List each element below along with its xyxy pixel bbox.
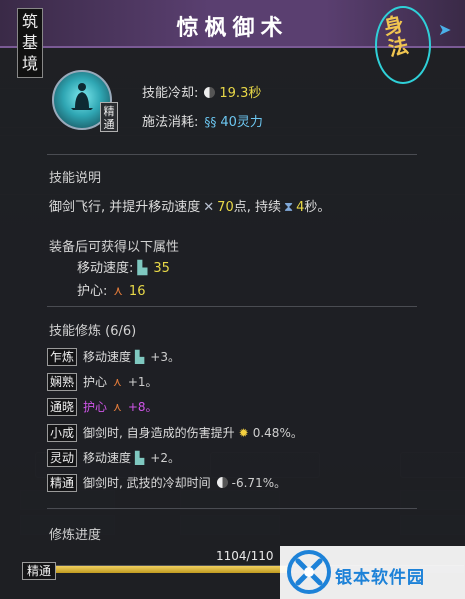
moon-icon [204,87,216,98]
boot-icon: ▙ [135,451,145,465]
duration-unit: 秒。 [304,200,331,215]
progress-tier-tag: 精通 [22,562,57,580]
cooldown-line: 技能冷却: 19.3秒 [142,82,261,101]
cost-label: 施法消耗: [142,115,199,130]
hourglass-icon: ⧗ [283,200,294,215]
watermark-text: 银本软件园 [335,568,425,588]
training-value: +3。 [150,350,180,364]
progress-title: 修炼进度 [49,528,102,543]
mastery-tag: 精通 [100,102,118,132]
training-text: 御剑时, 武技的冷却时间 [83,476,211,490]
tier-tag: 精通 [47,474,78,492]
cost-line: 施法消耗: §§ 40灵力 [142,111,263,130]
training-row: 小成 御剑时, 自身造成的伤害提升 ✹ 0.48%。 [47,424,303,442]
divider [47,306,417,307]
training-row: 娴熟 护心 ⋏ +1。 [47,373,158,391]
realm-tag: 筑基境 [17,8,43,78]
cross-arrows-icon: ✕ [203,200,215,215]
training-title: 技能修炼 (6/6) [49,324,137,339]
speed-value: 70 [217,200,234,215]
training-text: 护心 [83,375,108,389]
training-row: 灵动 移动速度 ▙ +2。 [47,449,180,467]
mastery-text: 精通 [103,105,115,131]
tier-tag: 通晓 [47,398,78,416]
training-row: 通晓 护心 ⋏ +8。 [47,398,158,416]
tier-tag: 灵动 [47,449,78,467]
description-prefix: 御剑飞行, 并提升移动速度 [49,200,201,215]
description-title: 技能说明 [49,171,102,186]
triad-icon: ⋏ [113,400,122,414]
speed-unit: 点, 持续 [233,200,281,215]
boot-icon: ▙ [137,261,148,276]
training-row: 精通 御剑时, 武技的冷却时间 -6.71%。 [47,474,286,492]
training-text: 移动速度 [83,350,132,364]
attribute-label: 护心: [77,284,108,299]
training-text: 御剑时, 自身造成的伤害提升 [83,426,235,440]
moon-icon [216,477,228,488]
skill-tooltip-panel: 惊枫御术 筑基境 身法 ➤ 精通 技能冷却: 19.3秒 施法消耗: §§ 40灵力 … [0,0,465,599]
training-row: 乍炼 移动速度 ▙ +3。 [47,348,180,366]
cost-value: 40灵力 [220,115,263,130]
training-value: +8。 [127,400,158,414]
training-value: +1。 [127,375,158,389]
tier-tag: 娴熟 [47,373,78,391]
equip-attribute-row: 移动速度: ▙ 35 [77,257,170,276]
divider [47,508,417,509]
cooldown-value: 19.3秒 [219,86,262,101]
boot-icon: ▙ [135,350,145,364]
attribute-label: 移动速度: [77,261,134,276]
training-text: 移动速度 [83,451,132,465]
training-value: -6.71%。 [231,476,287,490]
training-value: +2。 [150,451,180,465]
realm-text: 筑基境 [22,12,39,73]
triad-icon: ⋏ [113,284,123,299]
tier-tag: 乍炼 [47,348,78,366]
divider [47,154,417,155]
attribute-value: 16 [128,284,146,299]
training-progress-fill [24,566,288,573]
skill-description: 御剑飞行, 并提升移动速度 ✕ 70点, 持续 ⧗ 4秒。 [49,196,330,215]
equip-title: 装备后可获得以下属性 [49,240,180,255]
meditation-figure-icon [71,83,93,110]
tier-tag: 小成 [47,424,78,442]
cooldown-label: 技能冷却: [142,86,199,101]
watermark-logo-icon [287,550,331,594]
spirit-waves-icon: §§ [204,115,217,129]
progress-text: 1104/110 [216,549,274,563]
training-value: 0.48%。 [252,426,303,440]
triad-icon: ⋏ [113,375,122,389]
training-text: 护心 [83,400,108,414]
corner-arrow-icon[interactable]: ➤ [438,20,451,39]
equip-attribute-row: 护心: ⋏ 16 [77,280,145,299]
attribute-value: 35 [153,261,170,276]
sun-icon: ✹ [238,426,249,440]
